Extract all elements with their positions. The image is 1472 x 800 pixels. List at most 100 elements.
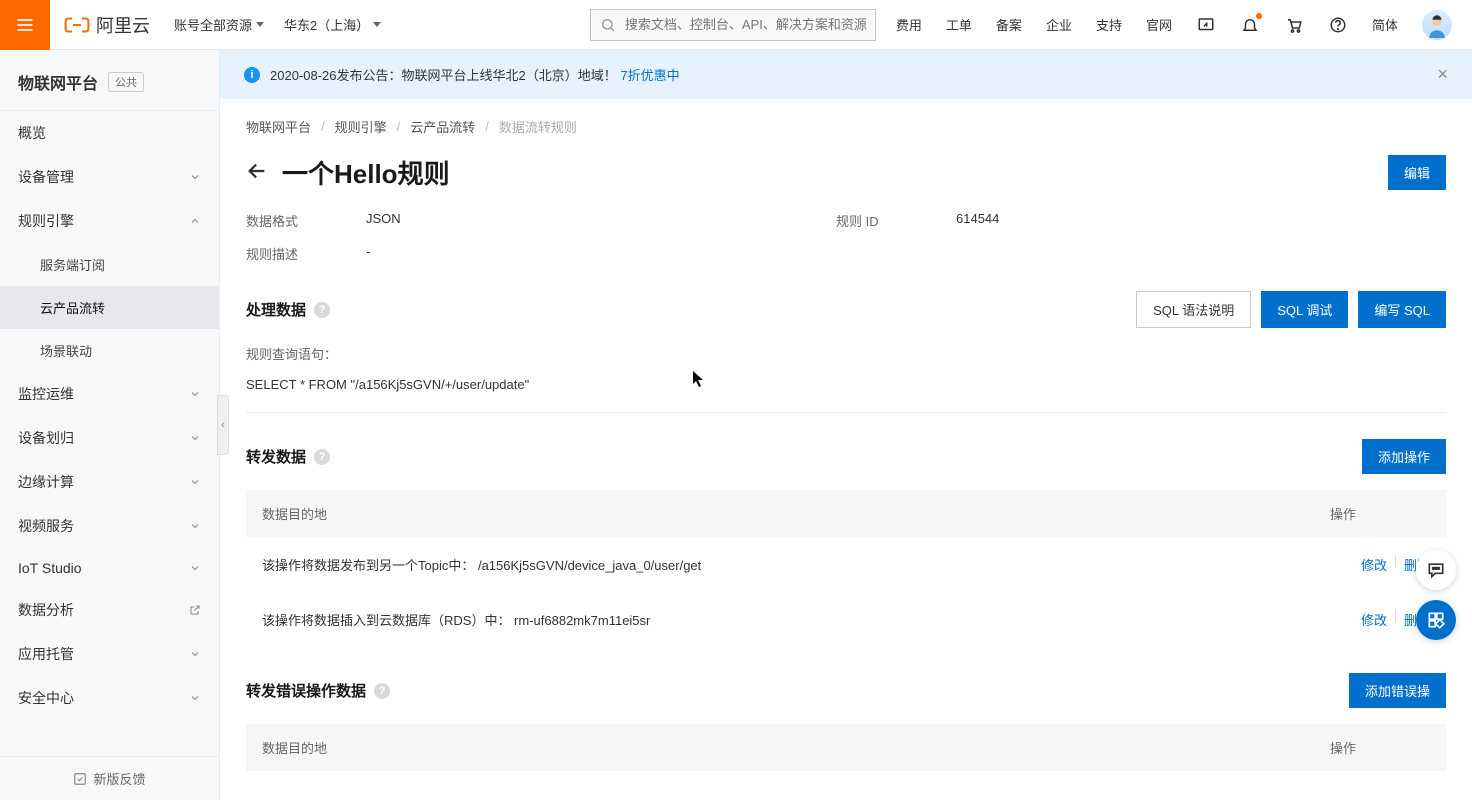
nav-tickets[interactable]: 工单 [946, 15, 972, 34]
info-icon: i [244, 67, 260, 83]
sidebar-item-security[interactable]: 安全中心 [0, 676, 219, 720]
brand-logo[interactable]: 阿里云 [50, 12, 164, 38]
sidebar-item-label: 设备管理 [18, 167, 74, 187]
add-operation-button[interactable]: 添加操作 [1362, 439, 1446, 474]
section-title: 转发错误操作数据 [246, 680, 366, 701]
format-label: 数据格式 [246, 211, 366, 230]
notification-dot [1256, 13, 1262, 19]
floating-buttons [1416, 550, 1456, 640]
chevron-down-icon [189, 432, 201, 444]
nav-beian[interactable]: 备案 [996, 15, 1022, 34]
sidebar: 物联网平台 公共 概览 设备管理 规则引擎 服务端订阅 云产品流转 场景联动 监… [0, 50, 220, 800]
sidebar-item-iot-studio[interactable]: IoT Studio [0, 548, 219, 588]
caret-down-icon [373, 22, 381, 27]
chevron-down-icon [189, 520, 201, 532]
chat-button[interactable] [1416, 550, 1456, 590]
feedback-label: 新版反馈 [93, 769, 145, 788]
page-title: 一个Hello规则 [282, 154, 450, 191]
topbar: 阿里云 账号全部资源 华东2（上海） 费用 工单 备案 企业 支持 官网 简体 [0, 0, 1472, 50]
breadcrumb: 物联网平台/ 规则引擎/ 云产品流转/ 数据流转规则 [246, 117, 1446, 136]
hamburger-icon [15, 15, 35, 35]
sidebar-item-label: 应用托管 [18, 644, 74, 664]
announcement-banner: i 2020-08-26发布公告：物联网平台上线华北2（北京）地域！ 7折优惠中… [220, 50, 1472, 99]
screen-icon[interactable] [1196, 15, 1216, 35]
destination-text: 该操作将数据发布到另一个Topic中： /a156Kj5sGVN/device_… [262, 555, 1330, 574]
edit-link[interactable]: 修改 [1361, 555, 1387, 574]
chevron-down-icon [189, 476, 201, 488]
nav-website[interactable]: 官网 [1146, 15, 1172, 34]
sidebar-header: 物联网平台 公共 [0, 50, 219, 111]
sidebar-item-monitor[interactable]: 监控运维 [0, 372, 219, 416]
close-icon[interactable]: × [1437, 64, 1448, 85]
edit-button[interactable]: 编辑 [1388, 155, 1446, 190]
feedback-icon [73, 772, 87, 786]
sidebar-item-label: 边缘计算 [18, 472, 74, 492]
sidebar-item-server-sub[interactable]: 服务端订阅 [0, 243, 219, 286]
divider [246, 412, 1446, 413]
sidebar-feedback[interactable]: 新版反馈 [0, 756, 219, 800]
col-destination: 数据目的地 [262, 738, 1330, 757]
announcement-link[interactable]: 7折优惠中 [620, 68, 679, 83]
sidebar-item-scene[interactable]: 场景联动 [0, 329, 219, 372]
help-tooltip-icon[interactable]: ? [314, 302, 330, 318]
apps-icon [1426, 610, 1446, 630]
sidebar-item-app-hosting[interactable]: 应用托管 [0, 632, 219, 676]
sidebar-item-edge[interactable]: 边缘计算 [0, 460, 219, 504]
arrow-left-icon [246, 160, 268, 182]
sidebar-item-device-assign[interactable]: 设备划归 [0, 416, 219, 460]
sql-debug-button[interactable]: SQL 调试 [1261, 291, 1348, 328]
nav-support[interactable]: 支持 [1096, 15, 1122, 34]
region-dropdown[interactable]: 华东2（上海） [274, 15, 391, 34]
account-scope-dropdown[interactable]: 账号全部资源 [164, 15, 274, 34]
hamburger-menu[interactable] [0, 0, 50, 50]
ruleid-value: 614544 [956, 211, 1446, 230]
sidebar-item-label: 数据分析 [18, 600, 74, 620]
sidebar-item-device-mgmt[interactable]: 设备管理 [0, 155, 219, 199]
cart-icon[interactable] [1284, 15, 1304, 35]
sidebar-item-rule-engine[interactable]: 规则引擎 [0, 199, 219, 243]
write-sql-button[interactable]: 编写 SQL [1358, 291, 1446, 328]
aliyun-logo-icon [64, 12, 90, 38]
nav-enterprise[interactable]: 企业 [1046, 15, 1072, 34]
breadcrumb-item[interactable]: 云产品流转 [410, 117, 475, 136]
sidebar-item-video[interactable]: 视频服务 [0, 504, 219, 548]
forward-table-header: 数据目的地 操作 [246, 490, 1446, 537]
help-tooltip-icon[interactable]: ? [314, 449, 330, 465]
public-badge: 公共 [108, 72, 144, 92]
chevron-down-icon [189, 388, 201, 400]
apps-button[interactable] [1416, 600, 1456, 640]
edit-link[interactable]: 修改 [1361, 610, 1387, 629]
forward-data-section: 转发数据 ? 添加操作 数据目的地 操作 该操作将数据发布到另一个Topic中：… [246, 439, 1446, 647]
user-avatar[interactable] [1422, 10, 1452, 40]
sql-syntax-button[interactable]: SQL 语法说明 [1136, 291, 1251, 328]
sidebar-collapse-handle[interactable] [217, 395, 229, 455]
sidebar-title: 物联网平台 [18, 70, 98, 94]
process-data-section: 处理数据 ? SQL 语法说明 SQL 调试 编写 SQL 规则查询语句： SE… [246, 291, 1446, 413]
sidebar-nav: 概览 设备管理 规则引擎 服务端订阅 云产品流转 场景联动 监控运维 设备划归 … [0, 111, 219, 756]
section-title: 转发数据 [246, 446, 306, 467]
top-nav-links: 费用 工单 备案 企业 支持 官网 简体 [876, 10, 1472, 40]
sidebar-item-label: 概览 [18, 123, 46, 143]
chevron-down-icon [189, 562, 201, 574]
sidebar-item-overview[interactable]: 概览 [0, 111, 219, 155]
breadcrumb-item[interactable]: 物联网平台 [246, 117, 311, 136]
back-button[interactable] [246, 160, 268, 185]
search-icon [591, 17, 625, 33]
bell-icon[interactable] [1240, 15, 1260, 35]
sidebar-item-cloud-forward[interactable]: 云产品流转 [0, 286, 219, 329]
language-switch[interactable]: 简体 [1372, 15, 1398, 34]
help-icon[interactable] [1328, 15, 1348, 35]
global-search[interactable] [590, 9, 876, 41]
breadcrumb-item[interactable]: 规则引擎 [335, 117, 387, 136]
sidebar-item-data-analysis[interactable]: 数据分析 [0, 588, 219, 632]
add-error-operation-button[interactable]: 添加错误操 [1349, 673, 1446, 708]
help-tooltip-icon[interactable]: ? [374, 683, 390, 699]
chevron-down-icon [189, 692, 201, 704]
account-scope-label: 账号全部资源 [174, 15, 252, 34]
sidebar-item-label: 服务端订阅 [40, 255, 105, 274]
search-input[interactable] [625, 17, 875, 32]
table-row: 该操作将数据插入到云数据库（RDS）中： rm-uf6882mk7m11ei5s… [246, 592, 1446, 647]
nav-fees[interactable]: 费用 [896, 15, 922, 34]
chevron-down-icon [189, 171, 201, 183]
brand-text: 阿里云 [96, 12, 150, 38]
